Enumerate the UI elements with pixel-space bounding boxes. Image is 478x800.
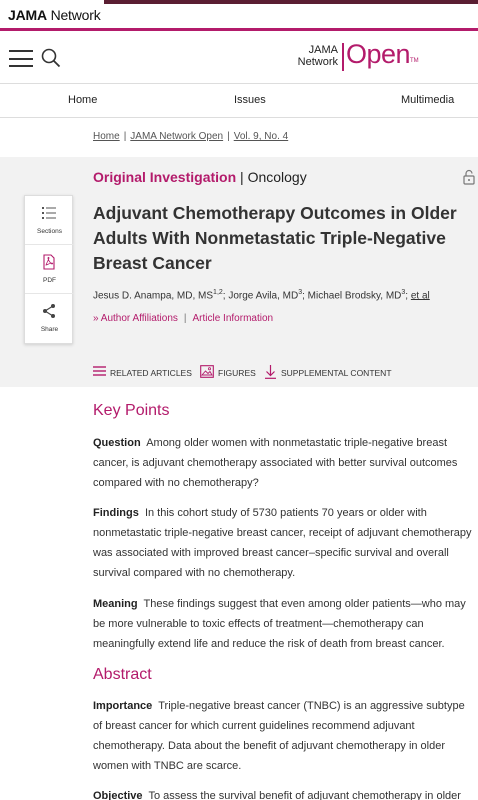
chevron-right-icon: »: [93, 313, 99, 324]
logo-jama-network-text: JAMA Network: [297, 44, 338, 68]
article-title: Adjuvant Chemotherapy Outcomes in Older …: [93, 203, 457, 273]
related-articles-icon: [93, 366, 106, 376]
abstract-importance: Importance Triple-negative breast cancer…: [93, 700, 465, 772]
article-information-link[interactable]: Article Information: [193, 313, 274, 324]
nav-issues[interactable]: Issues: [234, 94, 266, 106]
author-name[interactable]: Jorge Avila, MD: [228, 290, 298, 301]
menu-icon[interactable]: [9, 50, 33, 67]
logo-divider: [342, 43, 344, 71]
logo-trademark: TM: [410, 58, 419, 64]
main-nav: Home Issues Multimedia: [0, 85, 478, 118]
search-icon[interactable]: [40, 47, 62, 69]
pdf-button[interactable]: PDF: [25, 245, 74, 294]
author-name[interactable]: Michael Brodsky, MD: [308, 290, 402, 301]
site-header: JAMA Network Open TM: [0, 34, 478, 84]
key-points-heading: Key Points: [93, 402, 170, 419]
author-list: Jesus D. Anampa, MD, MS1,2; Jorge Avila,…: [93, 289, 430, 302]
sections-label: Sections: [37, 228, 62, 235]
download-icon: [265, 365, 276, 379]
list-icon: [42, 207, 56, 219]
nav-home[interactable]: Home: [68, 94, 97, 106]
article-tools: Sections PDF Share: [24, 195, 74, 344]
open-access-lock-icon: [463, 169, 475, 185]
author-name[interactable]: Jesus D. Anampa, MD, MS: [93, 290, 213, 301]
breadcrumb-home[interactable]: Home: [93, 131, 120, 142]
key-point-question: Question Among older women with nonmetas…: [93, 437, 458, 489]
pdf-icon: [43, 254, 55, 270]
brand-accent-line: [104, 0, 478, 4]
breadcrumb-volume[interactable]: Vol. 9, No. 4: [234, 131, 288, 142]
breadcrumb: Home | JAMA Network Open | Vol. 9, No. 4: [93, 131, 289, 142]
article-type[interactable]: Original Investigation: [93, 169, 236, 185]
author-affiliations-link[interactable]: Author Affiliations: [101, 313, 178, 324]
pdf-label: PDF: [43, 277, 56, 284]
abstract-heading: Abstract: [93, 666, 152, 683]
key-point-findings: Findings In this cohort study of 5730 pa…: [93, 507, 472, 579]
key-point-meaning: Meaning These findings suggest that even…: [93, 598, 466, 650]
logo-open-text: Open: [346, 39, 411, 69]
abstract-objective: Objective To assess the survival benefit…: [93, 790, 461, 800]
network-brand-bar: JAMA Network: [0, 0, 478, 31]
sections-button[interactable]: Sections: [25, 196, 74, 245]
et-al-link[interactable]: et al: [411, 290, 430, 301]
share-button[interactable]: Share: [25, 294, 74, 343]
image-icon: [200, 365, 214, 378]
article-category: Original Investigation | Oncology: [93, 169, 307, 185]
breadcrumb-journal[interactable]: JAMA Network Open: [130, 131, 223, 142]
author-info-links: » Author Affiliations | Article Informatio…: [93, 313, 274, 324]
share-icon: [43, 304, 55, 318]
article-topic[interactable]: Oncology: [248, 169, 307, 185]
share-label: Share: [40, 326, 59, 333]
nav-multimedia[interactable]: Multimedia: [401, 94, 454, 106]
jama-network-brand[interactable]: JAMA Network: [8, 7, 101, 23]
